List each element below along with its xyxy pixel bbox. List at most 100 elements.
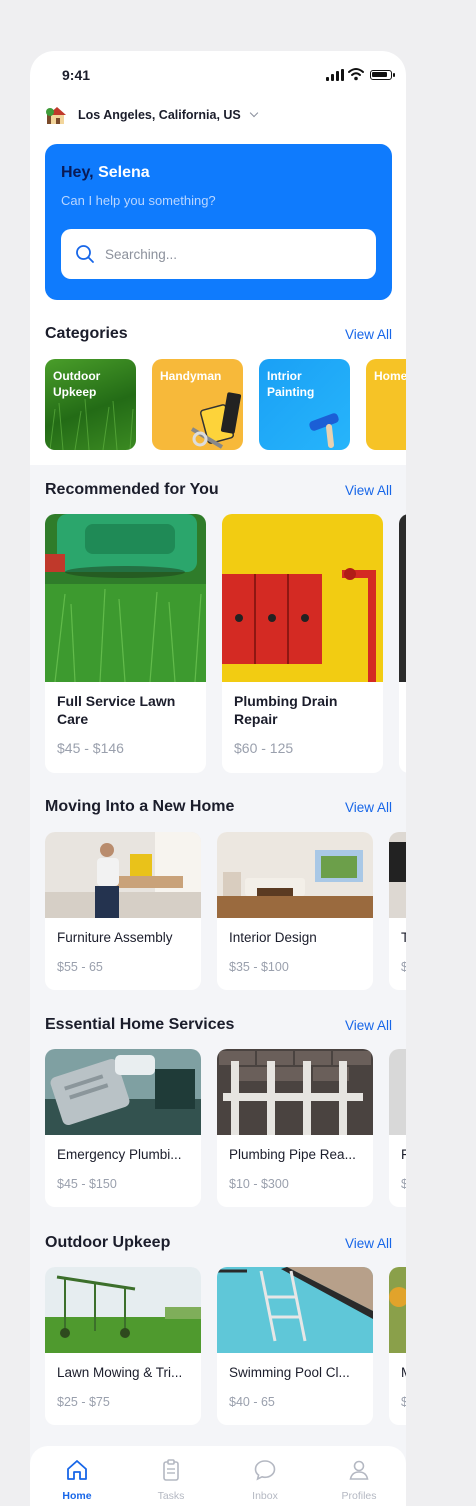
outdoor-title: Outdoor Upkeep: [45, 1234, 171, 1251]
user-name: Selena: [98, 164, 150, 181]
essential-list: Emergency Plumbi... $45 - $150 Plumbing …: [45, 1049, 406, 1208]
categories-title: Categories: [45, 325, 128, 342]
card-title: Full Service Lawn Care: [57, 693, 176, 727]
card-title: Swimming Pool Cl...: [229, 1365, 350, 1380]
card-price: $: [401, 1177, 406, 1191]
house-location-icon: [46, 107, 66, 124]
moving-title: Moving Into a New Home: [45, 798, 235, 815]
card-title: Furniture Assembly: [57, 930, 173, 945]
search-bar[interactable]: [61, 229, 376, 279]
category-label: Outdoor Upkeep: [53, 369, 101, 399]
tab-tasks[interactable]: Tasks: [124, 1454, 218, 1504]
card-price: $: [401, 1395, 406, 1409]
service-image: [389, 1267, 406, 1353]
service-card-partial[interactable]: M $: [389, 1267, 406, 1425]
moving-view-all-link[interactable]: View All: [345, 800, 392, 815]
card-title: M: [401, 1365, 406, 1380]
greeting-text: Hey, Selena: [61, 164, 150, 181]
pipes-wall-image: [217, 1049, 373, 1135]
home-icon: [67, 1460, 87, 1480]
tab-inbox[interactable]: Inbox: [218, 1454, 312, 1504]
card-price: $55 - 65: [57, 960, 103, 974]
status-time: 9:41: [62, 67, 91, 83]
service-card-plumbing-pipe-repair[interactable]: Plumbing Pipe Rea... $10 - $300: [217, 1049, 373, 1207]
card-title: F: [401, 1147, 406, 1162]
card-title: T: [401, 930, 406, 945]
recommended-view-all-link[interactable]: View All: [345, 483, 392, 498]
card-title: Plumbing Pipe Rea...: [229, 1147, 356, 1162]
clipboard-icon: [163, 1459, 179, 1481]
swimming-pool-image: [217, 1267, 373, 1353]
service-card-furniture-assembly[interactable]: Furniture Assembly $55 - 65: [45, 832, 201, 990]
wifi-icon: [348, 68, 364, 81]
card-price: $45 - $146: [57, 740, 124, 756]
tab-label: Profiles: [341, 1490, 377, 1502]
category-label: Intrior Painting: [267, 369, 315, 399]
moving-list: Furniture Assembly $55 - 65 Interior Des…: [45, 832, 406, 991]
service-card-drain-repair[interactable]: Plumbing Drain Repair $60 - 125: [222, 514, 383, 773]
service-card-partial[interactable]: T $: [389, 832, 406, 990]
search-input[interactable]: [105, 229, 365, 279]
category-interior-painting[interactable]: Intrior Painting: [259, 359, 350, 450]
card-price: $60 - 125: [234, 740, 294, 756]
card-price: $10 - $300: [229, 1177, 289, 1191]
chat-bubble-icon: [254, 1460, 276, 1481]
categories-view-all-link[interactable]: View All: [345, 327, 392, 342]
location-selector[interactable]: Los Angeles, California, US: [46, 103, 259, 127]
tab-label: Tasks: [157, 1490, 185, 1502]
category-home-cleaning[interactable]: Home Clean: [366, 359, 406, 450]
recommended-list: Full Service Lawn Care $45 - $146 Plumbi…: [45, 514, 406, 774]
category-handyman[interactable]: Handyman: [152, 359, 243, 450]
bottom-tab-bar: Home Tasks Inbox Profiles: [30, 1446, 406, 1506]
tab-profiles[interactable]: Profiles: [312, 1454, 406, 1504]
category-label: Handyman: [160, 369, 222, 383]
service-image: [399, 514, 406, 682]
service-card-lawn-care[interactable]: Full Service Lawn Care $45 - $146: [45, 514, 206, 773]
greeting-subtitle: Can I help you something?: [61, 193, 216, 208]
living-room-image: [217, 832, 373, 918]
emergency-plumbing-image: [45, 1049, 201, 1135]
search-icon: [76, 245, 94, 263]
service-image: [389, 832, 406, 918]
phone-screen: 9:41 Los Angeles, California, US Hey, Se…: [30, 51, 406, 1506]
card-price: $40 - 65: [229, 1395, 275, 1409]
service-card-partial[interactable]: F $: [389, 1049, 406, 1207]
chevron-down-icon: [249, 108, 259, 118]
categories-list: Outdoor Upkeep Handyman Intrior Painting: [45, 359, 406, 451]
service-card-emergency-plumbing[interactable]: Emergency Plumbi... $45 - $150: [45, 1049, 201, 1207]
location-label: Los Angeles, California, US: [78, 108, 241, 122]
plumbing-pipes-image: [222, 514, 383, 682]
card-price: $45 - $150: [57, 1177, 117, 1191]
lawn-mower-image: [45, 514, 206, 682]
category-label: Home Clean: [374, 369, 406, 383]
header-area: 9:41 Los Angeles, California, US Hey, Se…: [30, 51, 406, 465]
outdoor-view-all-link[interactable]: View All: [345, 1236, 392, 1251]
service-card-interior-design[interactable]: Interior Design $35 - $100: [217, 832, 373, 990]
tab-home[interactable]: Home: [30, 1454, 124, 1504]
essential-view-all-link[interactable]: View All: [345, 1018, 392, 1033]
signal-icon: [326, 69, 344, 81]
irrigation-field-image: [45, 1267, 201, 1353]
card-title: Plumbing Drain Repair: [234, 693, 338, 727]
service-image: [389, 1049, 406, 1135]
essential-title: Essential Home Services: [45, 1016, 235, 1033]
card-title: Emergency Plumbi...: [57, 1147, 182, 1162]
battery-icon: [370, 70, 395, 80]
service-card-partial[interactable]: [399, 514, 406, 773]
category-outdoor-upkeep[interactable]: Outdoor Upkeep: [45, 359, 136, 450]
outdoor-list: Lawn Mowing & Tri... $25 - $75 Swimming …: [45, 1267, 406, 1426]
tab-label: Home: [62, 1490, 92, 1502]
card-title: Interior Design: [229, 930, 317, 945]
service-card-swimming-pool[interactable]: Swimming Pool Cl... $40 - 65: [217, 1267, 373, 1425]
card-title: Lawn Mowing & Tri...: [57, 1365, 183, 1380]
card-price: $: [401, 960, 406, 974]
greeting-banner: Hey, Selena Can I help you something?: [45, 144, 392, 300]
service-card-lawn-mowing[interactable]: Lawn Mowing & Tri... $25 - $75: [45, 1267, 201, 1425]
user-icon: [349, 1460, 369, 1480]
card-price: $35 - $100: [229, 960, 289, 974]
recommended-title: Recommended for You: [45, 481, 219, 498]
status-bar: 9:41: [30, 51, 406, 97]
tab-label: Inbox: [252, 1490, 278, 1502]
card-price: $25 - $75: [57, 1395, 110, 1409]
furniture-assembly-image: [45, 832, 201, 918]
